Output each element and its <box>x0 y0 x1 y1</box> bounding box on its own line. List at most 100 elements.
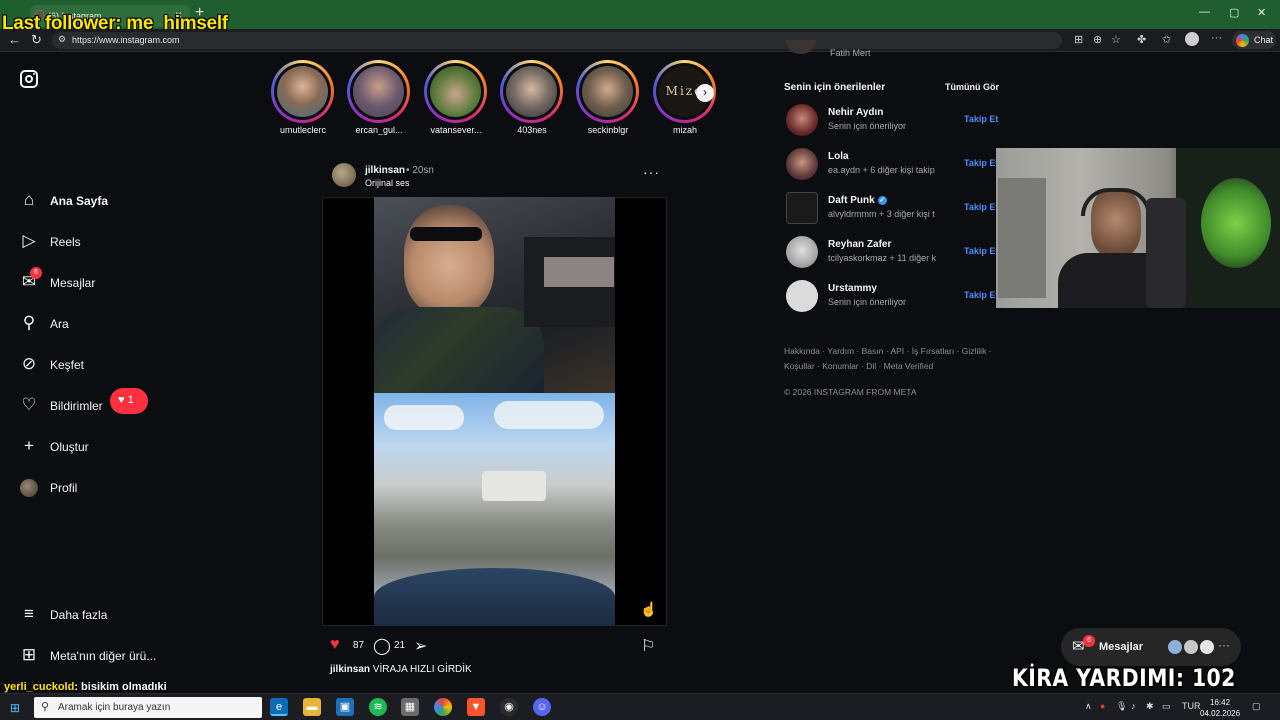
post-author-name[interactable]: jilkinsan <box>365 165 405 176</box>
suggestion-name[interactable]: Nehir Aydın <box>828 107 883 118</box>
story-ring <box>347 60 410 123</box>
post-author-avatar[interactable] <box>332 163 356 187</box>
more-menu-icon[interactable]: ··· <box>1211 32 1222 44</box>
daft-punk-logo[interactable] <box>786 192 818 224</box>
follow-button[interactable]: Takip Et <box>964 202 998 212</box>
story-item[interactable]: vatansever... <box>420 60 492 140</box>
nav-profile[interactable]: Profil <box>18 476 238 502</box>
suggestion-avatar[interactable] <box>786 236 818 268</box>
story-item[interactable]: 403nes <box>496 60 568 140</box>
grid-icon: ⊞ <box>21 645 37 664</box>
bluetooth-icon[interactable]: ✱ <box>1146 701 1154 712</box>
favorite-star-icon[interactable]: ☆ <box>1111 33 1121 46</box>
suggestion-name[interactable]: Daft Punk ✓ <box>828 195 887 206</box>
site-info-icon[interactable]: ⚙ <box>58 34 66 45</box>
apps-icon[interactable]: ⊞ <box>1074 33 1083 46</box>
instagram-logo-icon[interactable] <box>20 70 38 88</box>
network-icon[interactable]: ▭ <box>1162 701 1171 712</box>
see-all-link[interactable]: Tümünü Gör <box>945 82 999 92</box>
edge-browser-icon[interactable]: e <box>270 698 288 716</box>
webcam-overlay <box>996 148 1280 308</box>
notification-pill: ♥ 1 <box>110 388 148 414</box>
suggestion-item: Lola ea.aydn + 6 diğer kişi takip Takip … <box>786 148 998 182</box>
pill-heart-icon: ♥ <box>118 394 125 406</box>
minimize-button[interactable]: — <box>1199 6 1210 18</box>
chat-username: yerli_cuckold <box>4 681 75 693</box>
nav-notifications[interactable]: ♡ Bildirimler ♥ 1 <box>18 388 238 420</box>
extensions-icon[interactable]: ✤ <box>1137 33 1146 46</box>
follow-button[interactable]: Takip Et <box>964 158 998 168</box>
file-explorer-icon[interactable]: ▬ <box>303 698 321 716</box>
zoom-icon[interactable]: ⊕ <box>1093 33 1102 46</box>
taskbar-search[interactable]: ⚲ Aramak için buraya yazın <box>34 697 262 718</box>
post-more-icon[interactable]: ··· <box>643 164 660 180</box>
reload-icon[interactable]: ↻ <box>31 32 42 48</box>
nav-meta-products[interactable]: ⊞ Meta'nın diğer ürü... <box>18 644 238 670</box>
chrome-icon[interactable] <box>434 698 452 716</box>
poster-planet <box>1201 178 1271 268</box>
microphone-icon[interactable]: 🎙 <box>1116 701 1127 712</box>
default-avatar-icon[interactable] <box>786 280 818 312</box>
chat-message: : bisikim olmadıki <box>74 681 167 693</box>
story-ring <box>576 60 639 123</box>
like-icon[interactable]: ♥ <box>330 636 340 654</box>
suggestion-name[interactable]: Reyhan Zafer <box>828 239 891 250</box>
back-icon[interactable]: ← <box>8 32 21 47</box>
brave-icon[interactable]: ▼ <box>467 698 485 716</box>
notifications-icon[interactable]: ▢ <box>1252 701 1261 712</box>
suggestion-name[interactable]: Urstammy <box>828 283 877 294</box>
messages-floating-button[interactable]: ✉ 6 Mesajlar ··· <box>1061 628 1241 666</box>
profile-avatar[interactable] <box>1185 32 1199 46</box>
suggestion-item: Daft Punk ✓ alvyldrmmm + 3 diğer kişi t T… <box>786 192 998 226</box>
nav-reels[interactable]: ▷ Reels <box>18 230 238 256</box>
tray-expand-icon[interactable]: ∧ <box>1085 701 1092 712</box>
comment-icon[interactable]: ◯ <box>373 636 391 656</box>
video-frame-bottom <box>374 393 615 626</box>
copilot-chat-button[interactable]: Chat <box>1232 31 1276 49</box>
store-icon[interactable]: ▣ <box>336 698 354 716</box>
footer-line[interactable]: Hakkında · Yardım · Basın · API · İş Fır… <box>784 344 999 359</box>
suggestion-subtitle: tcilyaskorkmaz + 11 diğer k <box>828 253 937 263</box>
taskbar-clock[interactable]: 16:42 04.02.2026 <box>1200 697 1240 719</box>
nav-more[interactable]: ≡ Daha fazla <box>18 603 238 629</box>
follow-button[interactable]: Takip Et <box>964 114 998 124</box>
story-name: ercan_gul... <box>355 125 403 135</box>
nav-messages[interactable]: ✉ 6 Mesajlar <box>18 267 238 297</box>
close-window-button[interactable]: ✕ <box>1257 6 1266 19</box>
follow-button[interactable]: Takip Et <box>964 290 998 300</box>
address-bar-row: ← ↻ ⚙ https://www.instagram.com ⊞ ⊕ ☆ ✤ … <box>0 29 1280 52</box>
driver-jacket <box>374 307 544 393</box>
minibus <box>482 471 546 501</box>
story-item[interactable]: seckinblgr <box>572 60 644 140</box>
caption-user[interactable]: jilkinsan <box>330 664 370 675</box>
url-field[interactable]: ⚙ https://www.instagram.com <box>52 32 1062 49</box>
obs-icon[interactable]: ◉ <box>500 698 518 716</box>
footer-line[interactable]: Koşullar · Konumlar · Dil · Meta Verifie… <box>784 359 999 374</box>
suggestion-avatar[interactable] <box>786 148 818 180</box>
nav-search[interactable]: ⚲ Ara <box>18 312 238 338</box>
follow-button[interactable]: Takip Et <box>964 246 998 256</box>
driver-face <box>404 205 494 315</box>
nav-explore[interactable]: ⊘ Keşfet <box>18 353 238 379</box>
windows-start-icon[interactable]: ⊞ <box>10 701 20 715</box>
bookmark-icon[interactable]: ⚐ <box>641 636 655 656</box>
maximize-button[interactable]: ▢ <box>1229 6 1239 19</box>
discord-icon[interactable]: ☺ <box>533 698 551 716</box>
current-user-name: Fatih Mert <box>830 48 871 58</box>
nav-create[interactable]: + Oluştur <box>18 435 238 461</box>
nav-home[interactable]: ⌂ Ana Sayfa <box>18 189 238 215</box>
calculator-icon[interactable]: ▦ <box>401 698 419 716</box>
story-item[interactable]: umutleclerc <box>267 60 339 140</box>
suggestion-name[interactable]: Lola <box>828 151 849 162</box>
tray-app-icon[interactable]: ● <box>1100 701 1105 711</box>
stories-next-button[interactable]: › <box>696 84 714 102</box>
volume-icon[interactable]: ♪ <box>1131 701 1136 711</box>
nav-label: Ana Sayfa <box>50 194 109 208</box>
keyboard-language[interactable]: TUR <box>1182 701 1201 711</box>
story-item[interactable]: ercan_gul... <box>343 60 415 140</box>
spotify-icon[interactable]: ≋ <box>369 698 387 716</box>
post-audio[interactable]: Orijinal ses <box>365 178 410 188</box>
share-icon[interactable]: ➢ <box>414 636 427 656</box>
favorites-icon[interactable]: ✩ <box>1162 33 1171 46</box>
suggestion-avatar[interactable] <box>786 104 818 136</box>
